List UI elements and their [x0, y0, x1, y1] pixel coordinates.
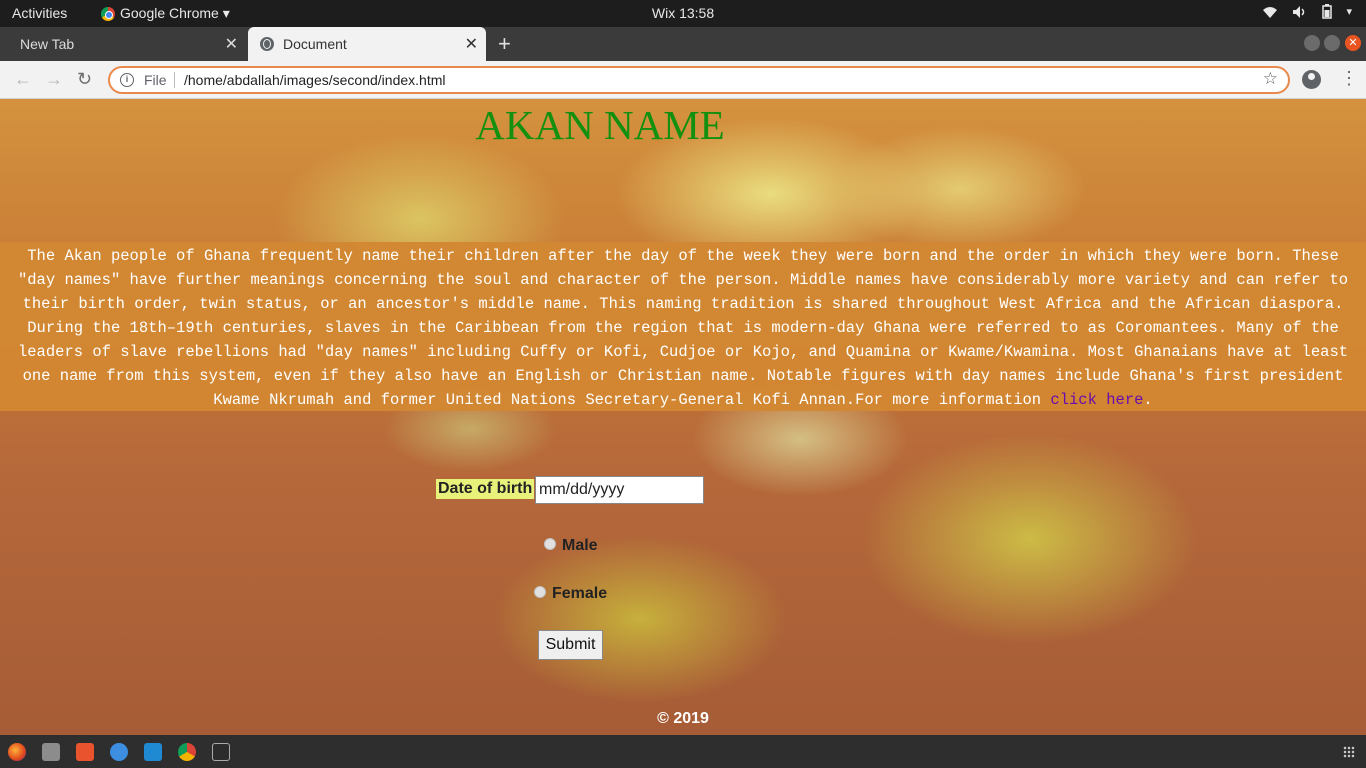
- chrome-icon[interactable]: [178, 743, 196, 761]
- tab-label: Document: [283, 36, 347, 52]
- info-icon[interactable]: i: [120, 73, 134, 87]
- clock[interactable]: Wix 13:58: [0, 5, 1366, 21]
- intro-end: .: [1143, 391, 1153, 409]
- close-icon[interactable]: ✕: [465, 34, 478, 54]
- tab-label: New Tab: [20, 36, 75, 52]
- male-label: Male: [562, 537, 598, 554]
- intro-text: The Akan people of Ghana frequently name…: [17, 247, 1349, 409]
- show-applications-icon[interactable]: [1343, 746, 1355, 758]
- firefox-icon[interactable]: [8, 743, 26, 761]
- forward-button[interactable]: →: [45, 69, 63, 90]
- tab-strip: New Tab ✕ Document ✕ + ✕: [0, 27, 1366, 61]
- bookmark-star-icon[interactable]: ☆: [1263, 69, 1278, 89]
- page-viewport: AKAN NAME The Akan people of Ghana frequ…: [0, 99, 1366, 735]
- url-text[interactable]: /home/abdallah/images/second/index.html: [184, 72, 446, 88]
- wifi-icon: [1263, 6, 1278, 18]
- vscode-icon[interactable]: [144, 743, 162, 761]
- volume-icon: [1293, 5, 1305, 18]
- profile-avatar[interactable]: [1302, 70, 1321, 89]
- software-center-icon[interactable]: [76, 743, 94, 761]
- battery-icon: [1322, 4, 1333, 19]
- chevron-down-icon: ▾: [1346, 6, 1352, 18]
- system-tray[interactable]: ▾: [1262, 4, 1352, 19]
- files-icon[interactable]: [42, 743, 60, 761]
- tab-document[interactable]: Document ✕: [248, 27, 486, 61]
- maximize-button[interactable]: [1324, 35, 1340, 51]
- url-scheme: File: [144, 72, 167, 88]
- male-radio[interactable]: [544, 538, 556, 550]
- dob-label: Date of birth: [436, 479, 535, 499]
- female-label: Female: [552, 585, 608, 602]
- female-radio[interactable]: [534, 586, 546, 598]
- window-close-button[interactable]: ✕: [1345, 35, 1361, 51]
- address-bar[interactable]: i File /home/abdallah/images/second/inde…: [108, 66, 1290, 94]
- tab-new-tab[interactable]: New Tab ✕: [0, 27, 246, 61]
- intro-paragraph: The Akan people of Ghana frequently name…: [0, 242, 1366, 411]
- system-top-bar: Activities Google Chrome ▾ Wix 13:58 ▾: [0, 0, 1366, 27]
- separator: [174, 72, 175, 88]
- help-icon[interactable]: [110, 743, 128, 761]
- more-info-link[interactable]: click here: [1050, 391, 1143, 409]
- minimize-button[interactable]: [1304, 35, 1320, 51]
- dob-input[interactable]: mm/dd/yyyy: [535, 476, 704, 504]
- browser-toolbar: ← → ↻ i File /home/abdallah/images/secon…: [0, 61, 1366, 99]
- close-icon[interactable]: ✕: [225, 34, 238, 54]
- dock: [0, 735, 1366, 768]
- reload-button[interactable]: ↻: [77, 69, 92, 90]
- new-tab-button[interactable]: +: [498, 31, 511, 57]
- footer-copyright: © 2019: [657, 710, 709, 727]
- globe-icon: [260, 37, 274, 51]
- submit-button[interactable]: Submit: [538, 630, 603, 660]
- page-title: AKAN NAME: [475, 102, 725, 148]
- chrome-menu-icon[interactable]: ⋮: [1340, 68, 1358, 89]
- terminal-icon[interactable]: [212, 743, 230, 761]
- back-button[interactable]: ←: [14, 69, 32, 90]
